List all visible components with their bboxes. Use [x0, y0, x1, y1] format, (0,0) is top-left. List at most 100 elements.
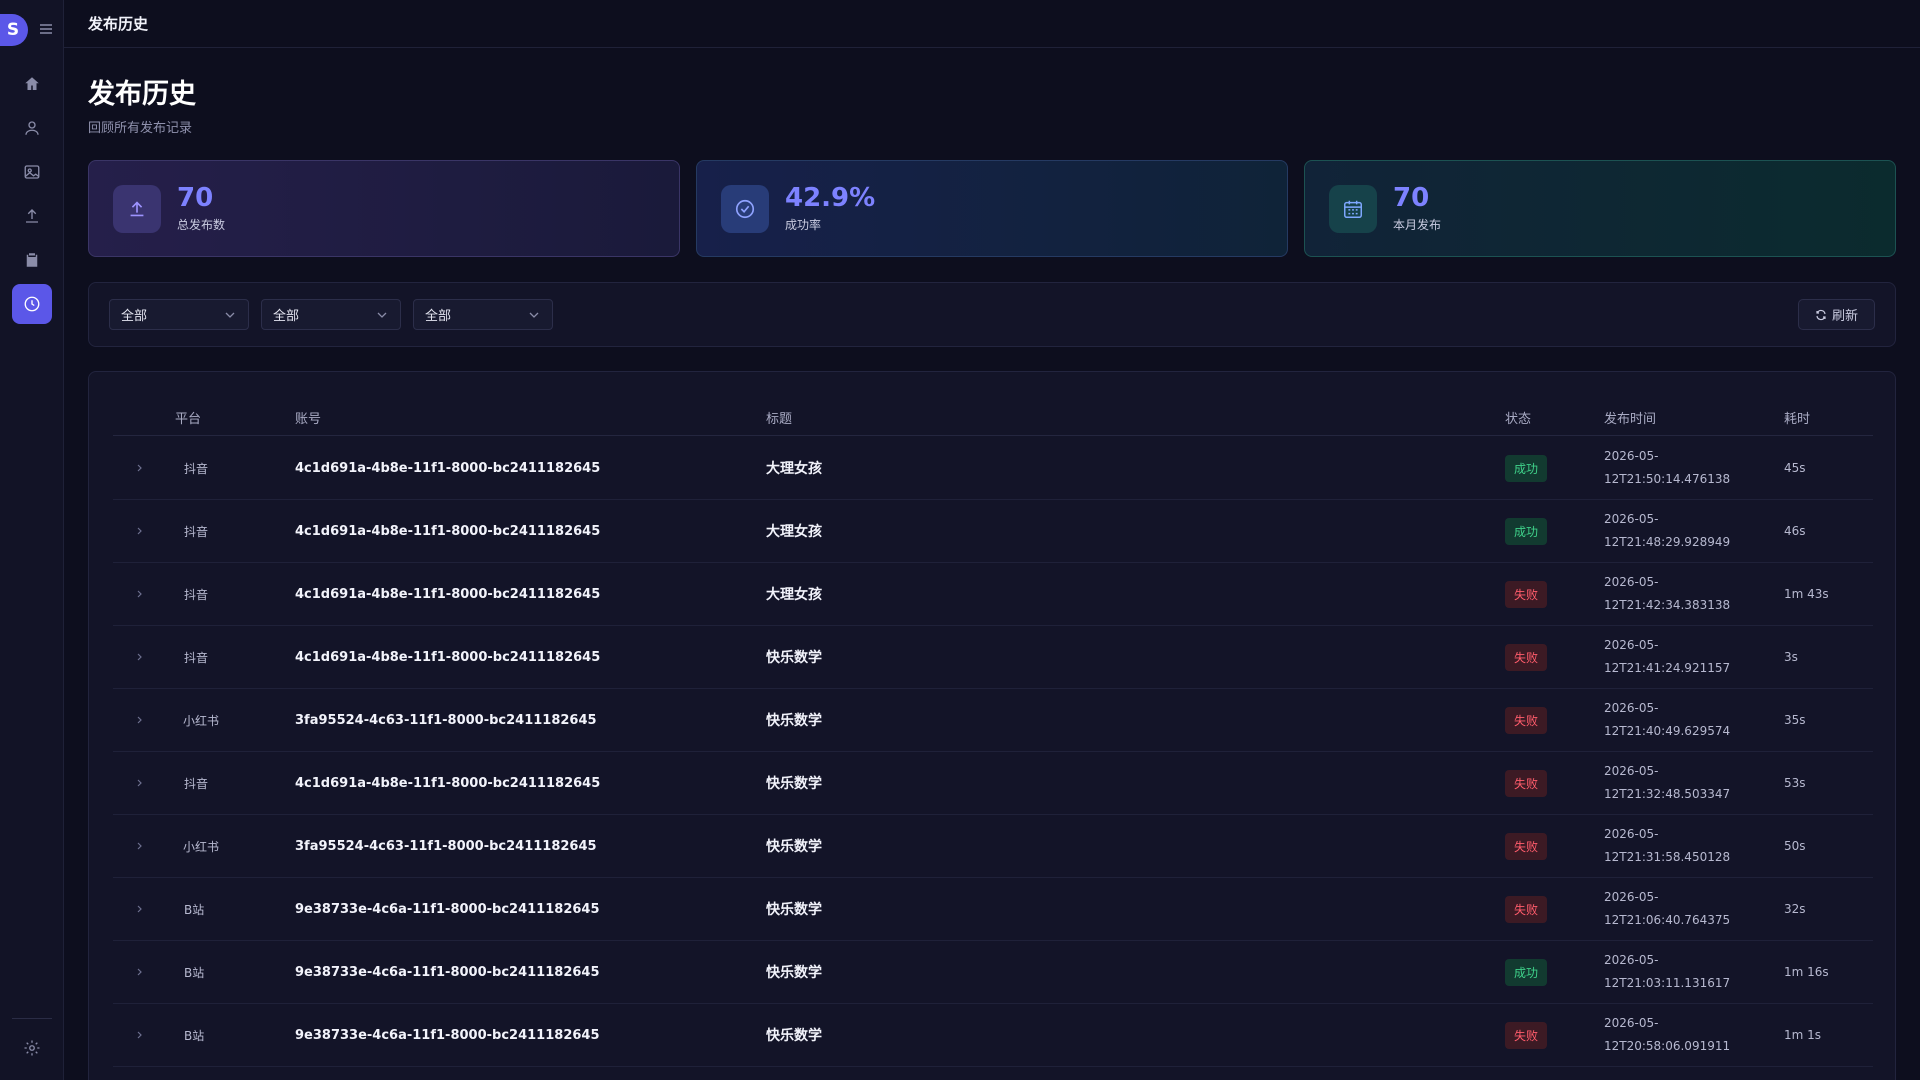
- row-time: 2026-05- 12T21:32:48.503347: [1604, 752, 1730, 814]
- nav-history[interactable]: [12, 284, 52, 324]
- time-date: 2026-05-: [1604, 575, 1659, 589]
- expand-chevron-icon[interactable]: [135, 626, 145, 688]
- expand-chevron-icon[interactable]: [135, 689, 145, 751]
- row-duration: 45s: [1784, 461, 1806, 475]
- row-title: 快乐数学: [766, 776, 822, 792]
- table-row[interactable]: B站 9e38733e-4c6a-11f1-8000-bc2411182645 …: [113, 878, 1873, 941]
- time-clock: 12T21:41:24.921157: [1604, 661, 1731, 675]
- stat-value: 70: [1393, 183, 1430, 213]
- column-header-platform[interactable]: 平台: [175, 408, 201, 427]
- status-badge: 成功: [1505, 454, 1548, 482]
- column-header-duration[interactable]: 耗时: [1784, 408, 1810, 427]
- sidebar-divider: [12, 1018, 52, 1019]
- calendar-icon: [1329, 184, 1377, 233]
- upload-icon: [26, 209, 38, 223]
- expand-chevron-icon[interactable]: [135, 437, 145, 499]
- row-platform: 抖音: [184, 587, 209, 602]
- table-row[interactable]: 抖音 4c1d691a-4b8e-11f1-8000-bc2411182645 …: [113, 563, 1873, 626]
- row-platform: 抖音: [184, 461, 209, 476]
- page-title: 发布历史: [88, 79, 196, 110]
- column-header-time[interactable]: 发布时间: [1604, 408, 1656, 427]
- row-time: 2026-05- 12T21:40:49.629574: [1604, 689, 1730, 751]
- expand-chevron-icon[interactable]: [135, 941, 145, 1003]
- row-platform: 抖音: [184, 650, 209, 665]
- stat-card-success-rate: 42.9% 成功率: [696, 160, 1288, 257]
- time-clock: 12T21:06:40.764375: [1604, 913, 1731, 927]
- row-duration: 53s: [1784, 776, 1806, 790]
- expand-chevron-icon[interactable]: [135, 563, 145, 625]
- nav-media[interactable]: [12, 152, 52, 192]
- row-status: 失败: [1505, 815, 1548, 877]
- brand-logo[interactable]: S: [0, 14, 28, 46]
- table-row[interactable]: B站 9e38733e-4c6a-11f1-8000-bc2411182645 …: [113, 941, 1873, 1004]
- table-row[interactable]: 抖音 4c1d691a-4b8e-11f1-8000-bc2411182645 …: [113, 626, 1873, 689]
- row-title: 快乐数学: [766, 839, 822, 855]
- refresh-button[interactable]: 刷新: [1798, 299, 1875, 330]
- time-date: 2026-05-: [1604, 701, 1659, 715]
- row-title: 快乐数学: [766, 1028, 822, 1044]
- row-duration: 3s: [1784, 650, 1798, 664]
- row-account: 4c1d691a-4b8e-11f1-8000-bc2411182645: [295, 775, 601, 791]
- chevron-down-icon: [377, 312, 387, 318]
- account-filter-select[interactable]: 全部: [261, 299, 401, 330]
- row-platform: 小红书: [183, 713, 220, 728]
- status-badge: 失败: [1505, 580, 1548, 608]
- status-badge: 失败: [1505, 1021, 1548, 1049]
- table-row[interactable]: 小红书 3fa95524-4c63-11f1-8000-bc2411182645…: [113, 815, 1873, 878]
- user-icon: [25, 121, 39, 135]
- time-date: 2026-05-: [1604, 1016, 1659, 1030]
- row-duration: 50s: [1784, 839, 1806, 853]
- row-time: 2026-05- 12T21:48:29.928949: [1604, 500, 1730, 562]
- row-account: 3fa95524-4c63-11f1-8000-bc2411182645: [295, 712, 597, 728]
- nav-settings[interactable]: [12, 1028, 52, 1068]
- table-row[interactable]: 抖音 4c1d691a-4b8e-11f1-8000-bc2411182645 …: [113, 437, 1873, 500]
- time-clock: 12T20:58:06.091911: [1604, 1039, 1731, 1053]
- column-header-status[interactable]: 状态: [1505, 408, 1531, 427]
- time-date: 2026-05-: [1604, 827, 1659, 841]
- row-duration: 35s: [1784, 713, 1806, 727]
- nav-tasks[interactable]: [12, 240, 52, 280]
- time-clock: 12T21:32:48.503347: [1604, 787, 1731, 801]
- table-row[interactable]: B站 9e38733e-4c6a-11f1-8000-bc2411182645 …: [113, 1004, 1873, 1067]
- row-duration: 1m 16s: [1784, 965, 1829, 979]
- stat-value: 70: [177, 183, 214, 213]
- time-clock: 12T21:31:58.450128: [1604, 850, 1731, 864]
- row-account: 9e38733e-4c6a-11f1-8000-bc2411182645: [295, 1027, 600, 1043]
- row-title: 大理女孩: [766, 524, 822, 540]
- time-clock: 12T21:50:14.476138: [1604, 472, 1731, 486]
- column-header-title[interactable]: 标题: [766, 408, 792, 427]
- chevron-down-icon: [529, 312, 539, 318]
- status-badge: 失败: [1505, 769, 1548, 797]
- select-value: 全部: [273, 309, 300, 324]
- row-status: 失败: [1505, 752, 1548, 814]
- row-platform: B站: [184, 1028, 205, 1043]
- time-date: 2026-05-: [1604, 953, 1659, 967]
- stat-value: 42.9%: [785, 183, 876, 213]
- history-table: 平台 账号 标题 状态 发布时间 耗时 抖音 4c1d691a-4b8e-11f…: [88, 371, 1896, 1080]
- row-time: 2026-05- 12T21:50:14.476138: [1604, 437, 1730, 499]
- row-platform: 抖音: [184, 776, 209, 791]
- table-row[interactable]: 小红书 3fa95524-4c63-11f1-8000-bc2411182645…: [113, 689, 1873, 752]
- time-date: 2026-05-: [1604, 638, 1659, 652]
- nav-home[interactable]: [12, 64, 52, 104]
- status-filter-select[interactable]: 全部: [413, 299, 553, 330]
- row-account: 4c1d691a-4b8e-11f1-8000-bc2411182645: [295, 460, 601, 476]
- row-title: 大理女孩: [766, 461, 822, 477]
- table-row[interactable]: 抖音 4c1d691a-4b8e-11f1-8000-bc2411182645 …: [113, 500, 1873, 563]
- topbar: 发布历史: [64, 0, 1920, 48]
- expand-chevron-icon[interactable]: [135, 752, 145, 814]
- column-header-account[interactable]: 账号: [295, 408, 321, 427]
- table-row[interactable]: 抖音 4c1d691a-4b8e-11f1-8000-bc2411182645 …: [113, 752, 1873, 815]
- time-date: 2026-05-: [1604, 764, 1659, 778]
- nav-accounts[interactable]: [12, 108, 52, 148]
- time-date: 2026-05-: [1604, 512, 1659, 526]
- expand-chevron-icon[interactable]: [135, 1004, 145, 1066]
- nav-publish[interactable]: [12, 196, 52, 236]
- menu-toggle-icon[interactable]: [38, 21, 54, 37]
- expand-chevron-icon[interactable]: [135, 815, 145, 877]
- row-platform: 小红书: [183, 839, 220, 854]
- row-platform: B站: [184, 965, 205, 980]
- expand-chevron-icon[interactable]: [135, 878, 145, 940]
- platform-filter-select[interactable]: 全部: [109, 299, 249, 330]
- expand-chevron-icon[interactable]: [135, 500, 145, 562]
